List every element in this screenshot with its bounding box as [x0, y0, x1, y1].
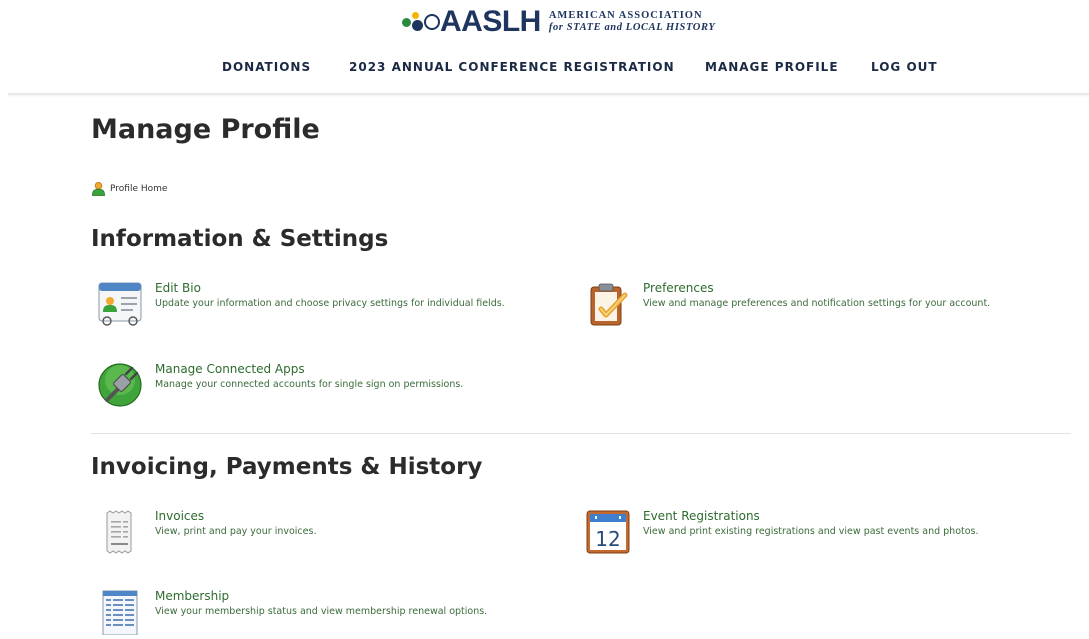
manage-connected-apps-desc: Manage your connected accounts for singl… — [155, 379, 464, 390]
membership-title: Membership — [155, 589, 230, 603]
nav-conference-registration[interactable]: 2023 ANNUAL CONFERENCE REGISTRATION — [349, 60, 675, 74]
page-title: Manage Profile — [91, 114, 320, 145]
preferences-link[interactable]: Preferences View and manage preferences … — [579, 281, 1049, 331]
user-icon — [92, 181, 105, 196]
section-heading-info-settings: Information & Settings — [91, 226, 389, 252]
event-registrations-title: Event Registrations — [643, 509, 760, 523]
event-registrations-link[interactable]: 12 Event Registrations View and print ex… — [579, 509, 1049, 559]
spreadsheet-icon — [102, 590, 138, 635]
main-nav: DONATIONS 2023 ANNUAL CONFERENCE REGISTR… — [0, 60, 1089, 78]
calendar-day-number: 12 — [595, 527, 620, 551]
section-divider — [91, 433, 1071, 434]
event-registrations-desc: View and print existing registrations an… — [643, 526, 979, 537]
invoices-title: Invoices — [155, 509, 205, 523]
invoices-desc: View, print and pay your invoices. — [155, 526, 317, 537]
nav-manage-profile[interactable]: MANAGE PROFILE — [705, 60, 839, 74]
breadcrumb-profile-home[interactable]: Profile Home — [91, 181, 167, 196]
receipt-icon — [106, 510, 132, 554]
preferences-title: Preferences — [643, 281, 714, 295]
nav-donations[interactable]: DONATIONS — [222, 60, 311, 74]
header-divider — [8, 93, 1089, 95]
plug-icon — [98, 363, 142, 407]
logo-tagline-line1: AMERICAN ASSOCIATION — [548, 10, 703, 21]
breadcrumb-label: Profile Home — [110, 183, 168, 194]
clipboard-check-icon — [590, 283, 628, 326]
manage-connected-apps-link[interactable]: Manage Connected Apps Manage your connec… — [91, 362, 561, 412]
edit-bio-link[interactable]: Edit Bio Update your information and cho… — [91, 281, 561, 331]
calendar-icon: 12 — [586, 510, 630, 554]
section-heading-invoicing: Invoicing, Payments & History — [91, 454, 483, 480]
membership-link[interactable]: Membership View your membership status a… — [91, 589, 561, 639]
logo-wordmark: AASLH — [440, 5, 541, 38]
manage-connected-apps-title: Manage Connected Apps — [155, 362, 305, 376]
nav-log-out[interactable]: LOG OUT — [871, 60, 938, 74]
aaslh-logo[interactable]: AASLH AMERICAN ASSOCIATION for STATE and… — [402, 6, 715, 38]
contact-card-icon — [98, 282, 142, 326]
logo-dots-icon — [402, 9, 440, 35]
logo-tagline: AMERICAN ASSOCIATION for STATE and LOCAL… — [549, 10, 716, 34]
logo-tagline-line2: for STATE and LOCAL HISTORY — [548, 22, 716, 33]
preferences-desc: View and manage preferences and notifica… — [643, 298, 991, 309]
membership-desc: View your membership status and view mem… — [155, 606, 488, 617]
site-header: AASLH AMERICAN ASSOCIATION for STATE and… — [0, 0, 1089, 96]
edit-bio-desc: Update your information and choose priva… — [155, 298, 505, 309]
edit-bio-title: Edit Bio — [155, 281, 201, 295]
invoices-link[interactable]: Invoices View, print and pay your invoic… — [91, 509, 561, 559]
